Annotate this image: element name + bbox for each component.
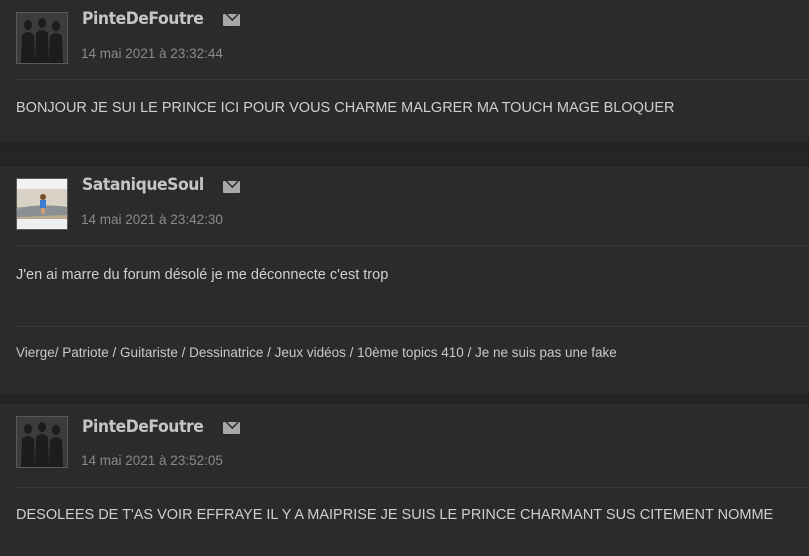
post-date[interactable]: 14 mai 2021 à 23:32:44	[81, 46, 223, 61]
post-signature: Vierge/ Patriote / Guitariste / Dessinat…	[16, 345, 617, 360]
post-message: J'en ai marre du forum désolé je me déco…	[16, 267, 389, 283]
envelope-icon[interactable]	[223, 181, 240, 193]
user-avatar[interactable]	[16, 416, 68, 468]
signature-divider	[14, 326, 809, 327]
divider	[14, 79, 809, 80]
username[interactable]: SataniqueSoul	[82, 175, 204, 195]
post-date[interactable]: 14 mai 2021 à 23:42:30	[81, 212, 223, 227]
post-date[interactable]: 14 mai 2021 à 23:52:05	[81, 453, 223, 468]
divider	[14, 245, 809, 246]
post-message: BONJOUR JE SUI LE PRINCE ICI POUR VOUS C…	[16, 100, 675, 116]
silhouette-avatar-image	[17, 417, 67, 467]
username[interactable]: PinteDeFoutre	[82, 9, 204, 29]
post-separator	[0, 142, 809, 166]
user-avatar[interactable]	[16, 178, 68, 230]
username[interactable]: PinteDeFoutre	[82, 417, 204, 437]
post-2: SataniqueSoul 14 mai 2021 à 23:42:30 J'e…	[0, 166, 809, 394]
post-1: PinteDeFoutre 14 mai 2021 à 23:32:44 BON…	[0, 0, 809, 142]
user-avatar[interactable]	[16, 12, 68, 64]
post-message: DESOLEES DE T'AS VOIR EFFRAYE IL Y A MAI…	[16, 507, 774, 523]
post-3: PinteDeFoutre 14 mai 2021 à 23:52:05 DES…	[0, 404, 809, 556]
divider	[14, 487, 809, 488]
envelope-icon[interactable]	[223, 422, 240, 434]
envelope-icon[interactable]	[223, 14, 240, 26]
post-separator	[0, 394, 809, 404]
silhouette-avatar-image	[17, 13, 67, 63]
beach-photo-avatar-image	[17, 179, 67, 229]
